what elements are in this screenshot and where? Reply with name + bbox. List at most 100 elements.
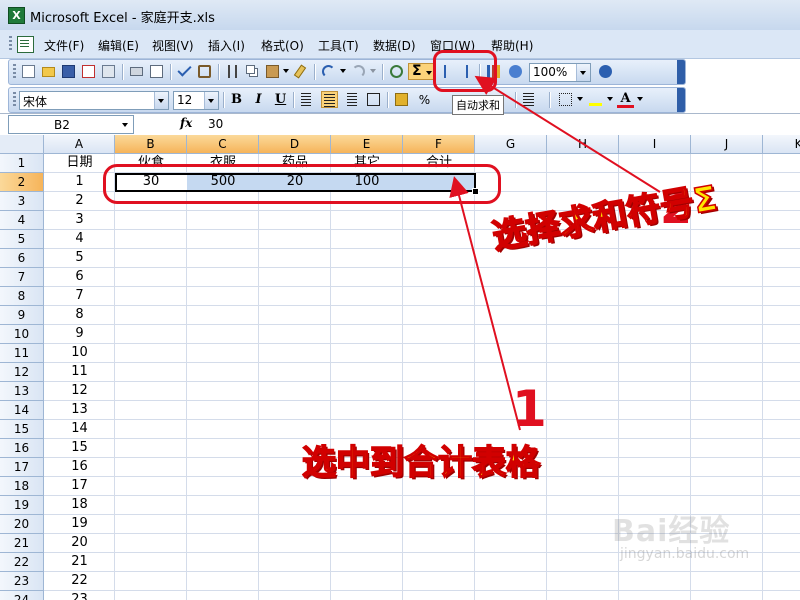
column-header-j[interactable]: J xyxy=(691,135,763,154)
toolbar-options-icon[interactable] xyxy=(677,60,685,84)
cell-a6[interactable]: 5 xyxy=(44,249,115,268)
row-header-24[interactable]: 24 xyxy=(0,591,44,600)
column-header-h[interactable]: H xyxy=(547,135,619,154)
align-left-button[interactable] xyxy=(299,91,316,108)
menu-help[interactable]: 帮助(H) xyxy=(491,37,533,54)
cell-a7[interactable]: 6 xyxy=(44,268,115,287)
redo-dropdown-icon[interactable] xyxy=(370,69,376,73)
paste-button[interactable] xyxy=(264,63,281,80)
row-header-9[interactable]: 9 xyxy=(0,306,44,325)
row-header-23[interactable]: 23 xyxy=(0,572,44,591)
cell-a16[interactable]: 15 xyxy=(44,439,115,458)
merge-center-button[interactable] xyxy=(365,91,382,108)
bold-button[interactable]: B xyxy=(227,91,246,109)
column-header-e[interactable]: E xyxy=(331,135,403,154)
cell-a19[interactable]: 18 xyxy=(44,496,115,515)
cell-a8[interactable]: 7 xyxy=(44,287,115,306)
cell-a5[interactable]: 4 xyxy=(44,230,115,249)
row-header-4[interactable]: 4 xyxy=(0,211,44,230)
row-header-18[interactable]: 18 xyxy=(0,477,44,496)
toolbar-options-icon[interactable] xyxy=(677,88,685,112)
permission-button[interactable] xyxy=(80,63,97,80)
row-header-16[interactable]: 16 xyxy=(0,439,44,458)
paste-dropdown-icon[interactable] xyxy=(283,69,289,73)
select-all-button[interactable] xyxy=(0,135,44,154)
drawing-button[interactable] xyxy=(507,63,524,80)
autosum-dropdown-icon[interactable] xyxy=(426,71,432,75)
cell-a23[interactable]: 22 xyxy=(44,572,115,591)
undo-dropdown-icon[interactable] xyxy=(340,69,346,73)
cell-a22[interactable]: 21 xyxy=(44,553,115,572)
underline-button[interactable]: U xyxy=(271,91,290,109)
menu-file[interactable]: 文件(F) xyxy=(44,37,84,54)
menu-tools[interactable]: 工具(T) xyxy=(318,37,359,54)
menu-view[interactable]: 视图(V) xyxy=(152,37,194,54)
row-header-2[interactable]: 2 xyxy=(0,173,44,192)
cell-a12[interactable]: 11 xyxy=(44,363,115,382)
menu-edit[interactable]: 编辑(E) xyxy=(98,37,139,54)
row-header-8[interactable]: 8 xyxy=(0,287,44,306)
fill-color-button[interactable] xyxy=(587,91,604,108)
menu-insert[interactable]: 插入(I) xyxy=(208,37,245,54)
insert-function-icon[interactable]: fx xyxy=(180,116,192,130)
align-right-button[interactable] xyxy=(343,91,360,108)
column-header-c[interactable]: C xyxy=(187,135,259,154)
row-header-14[interactable]: 14 xyxy=(0,401,44,420)
help-button[interactable] xyxy=(597,63,614,80)
cell-a17[interactable]: 16 xyxy=(44,458,115,477)
row-header-17[interactable]: 17 xyxy=(0,458,44,477)
name-box[interactable]: B2 xyxy=(8,115,134,134)
cell-a18[interactable]: 17 xyxy=(44,477,115,496)
print-button[interactable] xyxy=(128,63,145,80)
name-box-dropdown-icon[interactable] xyxy=(122,123,128,127)
menu-format[interactable]: 格式(O) xyxy=(261,37,304,54)
column-header-b[interactable]: B xyxy=(115,135,187,154)
column-header-g[interactable]: G xyxy=(475,135,547,154)
print-preview-button[interactable] xyxy=(148,63,165,80)
row-header-1[interactable]: 1 xyxy=(0,154,44,173)
increase-indent-button[interactable] xyxy=(521,91,538,108)
cell-a15[interactable]: 14 xyxy=(44,420,115,439)
row-header-11[interactable]: 11 xyxy=(0,344,44,363)
zoom-combo[interactable]: 100% xyxy=(529,63,591,82)
cell-a21[interactable]: 20 xyxy=(44,534,115,553)
new-button[interactable] xyxy=(20,63,37,80)
row-header-7[interactable]: 7 xyxy=(0,268,44,287)
row-header-15[interactable]: 15 xyxy=(0,420,44,439)
hyperlink-button[interactable] xyxy=(388,63,405,80)
cell-a10[interactable]: 9 xyxy=(44,325,115,344)
cell-a13[interactable]: 12 xyxy=(44,382,115,401)
redo-button[interactable] xyxy=(350,63,367,80)
cut-button[interactable] xyxy=(224,63,241,80)
row-header-12[interactable]: 12 xyxy=(0,363,44,382)
column-header-i[interactable]: I xyxy=(619,135,691,154)
open-button[interactable] xyxy=(40,63,57,80)
column-header-d[interactable]: D xyxy=(259,135,331,154)
copy-button[interactable] xyxy=(244,63,261,80)
row-header-10[interactable]: 10 xyxy=(0,325,44,344)
zoom-dropdown-icon[interactable] xyxy=(576,64,590,81)
column-header-f[interactable]: F xyxy=(403,135,475,154)
autosum-button[interactable]: Σ xyxy=(408,63,434,80)
currency-button[interactable] xyxy=(393,91,410,108)
column-header-a[interactable]: A xyxy=(44,135,115,154)
format-painter-button[interactable] xyxy=(292,63,309,80)
font-name-combo[interactable]: 宋体 xyxy=(19,91,169,110)
toolbar-grip-icon[interactable] xyxy=(13,92,16,108)
undo-button[interactable] xyxy=(320,63,337,80)
row-header-3[interactable]: 3 xyxy=(0,192,44,211)
font-name-dropdown-icon[interactable] xyxy=(154,92,168,109)
row-header-6[interactable]: 6 xyxy=(0,249,44,268)
font-size-dropdown-icon[interactable] xyxy=(204,92,218,109)
cell-a9[interactable]: 8 xyxy=(44,306,115,325)
row-header-22[interactable]: 22 xyxy=(0,553,44,572)
menu-data[interactable]: 数据(D) xyxy=(373,37,416,54)
borders-button[interactable] xyxy=(557,91,574,108)
borders-dropdown-icon[interactable] xyxy=(577,97,583,101)
menu-grip-icon[interactable] xyxy=(9,36,12,52)
excel-app-icon[interactable]: X xyxy=(8,7,25,24)
research-button[interactable] xyxy=(196,63,213,80)
cell-a4[interactable]: 3 xyxy=(44,211,115,230)
row-header-13[interactable]: 13 xyxy=(0,382,44,401)
fill-color-dropdown-icon[interactable] xyxy=(607,97,613,101)
